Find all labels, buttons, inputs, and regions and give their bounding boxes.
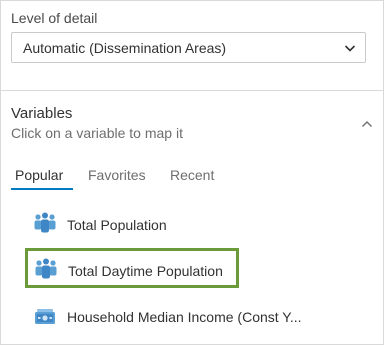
level-of-detail-value: Automatic (Dissemination Areas) (23, 40, 227, 56)
list-item-household-median-income[interactable]: Household Median Income (Const Y... (25, 299, 317, 335)
chevron-up-icon[interactable] (361, 120, 373, 128)
tab-favorites[interactable]: Favorites (88, 167, 146, 183)
variables-panel: Level of detail Automatic (Dissemination… (0, 0, 384, 345)
list-item-label: Household Median Income (Const Y... (67, 309, 302, 325)
chevron-down-icon (344, 45, 356, 52)
active-tab-indicator (11, 188, 73, 190)
variables-subtitle: Click on a variable to map it (11, 125, 183, 141)
list-item-label: Total Population (67, 217, 167, 233)
level-of-detail-select[interactable]: Automatic (Dissemination Areas) (11, 32, 366, 63)
population-icon (35, 258, 57, 279)
list-item-total-daytime-population[interactable]: Total Daytime Population (25, 248, 239, 288)
section-divider (1, 90, 383, 91)
level-of-detail-label: Level of detail (11, 10, 98, 26)
income-icon (35, 309, 55, 324)
list-item-label: Total Daytime Population (68, 263, 223, 279)
population-icon (34, 212, 56, 233)
variables-title: Variables (11, 105, 73, 122)
list-item-total-population[interactable]: Total Population (25, 206, 317, 242)
tab-recent[interactable]: Recent (170, 167, 214, 183)
tab-popular[interactable]: Popular (15, 167, 63, 183)
